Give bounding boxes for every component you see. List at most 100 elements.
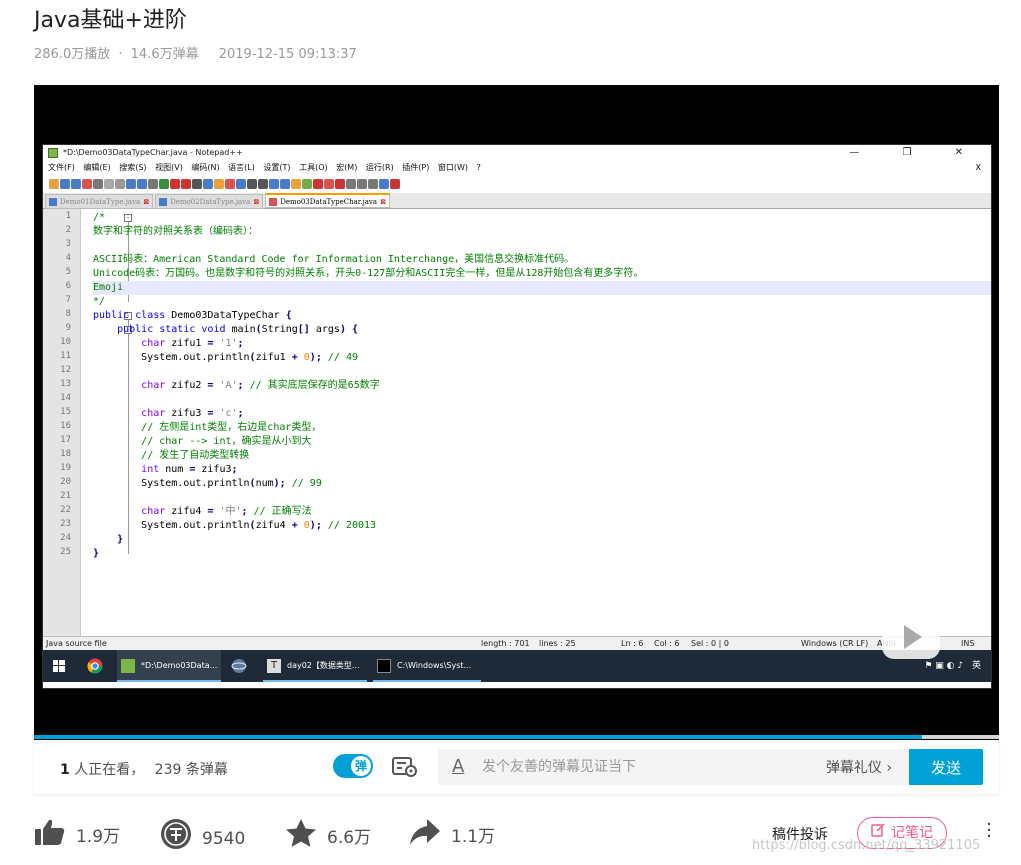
windows-taskbar: *D:\Demo03Data... Tday02【数据类型... C:\Wind…	[43, 650, 991, 682]
csdn-watermark: https://blog.csdn.net/qq_33921105	[752, 838, 981, 853]
line-number: 8	[65, 309, 71, 319]
line-number: 17	[60, 435, 71, 445]
line-number: 22	[60, 505, 71, 515]
line-number: 25	[60, 547, 71, 557]
line-number: 2	[65, 225, 71, 235]
like-button[interactable]: 1.9万	[34, 818, 120, 848]
code-line: System.out.println(num); // 99	[93, 478, 322, 489]
toolbar-button-icon	[390, 179, 400, 189]
code-line: Unicode码表：万国码。也是数字和符号的对照关系，开头0-127部分和ASC…	[93, 268, 644, 279]
line-number: 1	[65, 211, 71, 221]
play-triangle-icon	[904, 625, 922, 649]
cmd-icon	[377, 658, 391, 673]
line-number: 21	[60, 491, 71, 501]
toolbar-button-icon	[115, 179, 125, 189]
taskbar-item-notepad: *D:\Demo03Data...	[117, 650, 221, 682]
code-line: Emoji	[93, 282, 124, 293]
line-number: 4	[65, 253, 71, 263]
file-icon	[49, 198, 57, 206]
coin-button[interactable]: 9540	[160, 818, 245, 849]
meta-separator: ·	[118, 47, 123, 62]
status-mode: INS	[961, 639, 975, 648]
taskbar-item-label: day02【数据类型...	[287, 661, 360, 670]
notepad-app-icon	[48, 148, 58, 158]
toolbar-button-icon	[258, 179, 268, 189]
notepad-icon	[121, 658, 135, 673]
code-line: // char --> int，确实是从小到大	[141, 436, 312, 447]
text-style-icon[interactable]: A	[452, 756, 464, 777]
line-number: 12	[60, 365, 71, 375]
status-lines: lines : 25	[539, 639, 576, 648]
notepad-titlebar: *D:\Demo03DataTypeChar.java - Notepad++ …	[43, 145, 991, 161]
video-title: Java基础+进阶	[34, 8, 187, 33]
page-root: Java基础+进阶 286.0万播放 · 14.6万弹幕 2019-12-15 …	[0, 0, 1021, 865]
toolbar-button-icon	[313, 179, 323, 189]
coin-icon	[160, 818, 192, 860]
line-number: 3	[65, 239, 71, 249]
code-line: char zifu2 = 'A'; // 其实底层保存的是65数字	[141, 380, 380, 391]
notepad-statusbar: Java source file length : 701 lines : 25…	[43, 636, 991, 650]
share-arrow-icon	[409, 818, 441, 856]
favorite-button[interactable]: 6.6万	[285, 818, 371, 848]
toolbar-button-icon	[214, 179, 224, 189]
file-tab-label: Demo01DataType.java	[60, 198, 141, 206]
input-method-indicator: 英	[971, 661, 981, 671]
toolbar-button-icon	[324, 179, 334, 189]
danmaku-etiquette-link[interactable]: 弹幕礼仪 ›	[826, 757, 892, 777]
code-line: int num = zifu3;	[141, 464, 238, 475]
toolbar-button-icon	[181, 179, 191, 189]
menu-item: 工具(O)	[299, 163, 328, 172]
code-line: System.out.println(zifu1 + 0); // 49	[93, 352, 358, 363]
code-line: char zifu3 = 'c';	[141, 408, 244, 419]
toolbar-button-icon	[71, 179, 81, 189]
video-meta: 286.0万播放 · 14.6万弹幕 2019-12-15 09:13:37	[34, 43, 361, 62]
tab-close-icon: ⊠	[253, 198, 260, 206]
line-number: 20	[60, 477, 71, 487]
file-tab: Demo02DataType.java ⊠	[155, 194, 264, 209]
danmaku-settings-icon[interactable]	[392, 756, 418, 778]
code-area: /* 数字和字符的对照关系表（编码表）： ASCII码表：American Stan…	[93, 209, 991, 636]
code-line: }	[93, 548, 100, 559]
send-danmaku-button[interactable]: 发送	[909, 749, 983, 785]
toolbar-button-icon	[302, 179, 312, 189]
line-number: 14	[60, 393, 71, 403]
danmaku-sendbar: 1 人正在看， 239 条弹幕 弹 A 弹幕礼仪 › 发送	[34, 742, 999, 794]
video-player[interactable]: *D:\Demo03DataTypeChar.java - Notepad++ …	[34, 85, 999, 740]
danmaku-input[interactable]	[482, 757, 782, 777]
toolbar-button-icon	[49, 179, 59, 189]
file-icon	[269, 198, 278, 206]
line-number: 19	[60, 463, 71, 473]
danmaku-count: 239 条弹幕	[154, 762, 228, 778]
menu-item: 设置(T)	[263, 163, 291, 172]
line-number: 6	[65, 281, 71, 291]
toolbar-button-icon	[247, 179, 257, 189]
menu-item: 文件(F)	[48, 163, 75, 172]
more-options-icon[interactable]: · · ·	[980, 816, 998, 846]
toolbar-button-icon	[148, 179, 158, 189]
danmaku-toggle[interactable]: 弹	[333, 754, 373, 778]
bilibili-play-icon[interactable]	[882, 604, 940, 659]
menu-item: 运行(R)	[365, 163, 394, 172]
code-line: }	[117, 534, 124, 545]
status-length: length : 701	[481, 639, 530, 648]
video-progress-bar[interactable]	[34, 735, 999, 739]
toolbar-button-icon	[225, 179, 235, 189]
code-line: char zifu4 = '中'; // 正确写法	[141, 506, 312, 517]
toolbar-button-icon	[291, 179, 301, 189]
taskbar-item-doc: Tday02【数据类型...	[263, 650, 367, 682]
toolbar-button-icon	[170, 179, 180, 189]
toolbar-button-icon	[346, 179, 356, 189]
tray-icons: ⚑ ▣ ◐ ♪	[924, 661, 964, 671]
globe-icon	[231, 650, 253, 682]
toolbar-button-icon	[335, 179, 345, 189]
danmaku-toggle-label: 弹	[351, 756, 371, 776]
code-line: char zifu1 = '1';	[141, 338, 244, 349]
file-tab-label: Demo03DataTypeChar.java	[280, 198, 378, 206]
code-line: System.out.println(zifu4 + 0); // 20013	[93, 520, 377, 531]
code-line: /*	[93, 212, 106, 223]
status-col: Col : 6	[654, 639, 680, 648]
toolbar-button-icon	[203, 179, 213, 189]
code-line: // 左侧是int类型，右边是char类型，	[141, 422, 322, 433]
view-count: 286.0万播放	[34, 47, 111, 62]
share-button[interactable]: 1.1万	[409, 818, 495, 848]
